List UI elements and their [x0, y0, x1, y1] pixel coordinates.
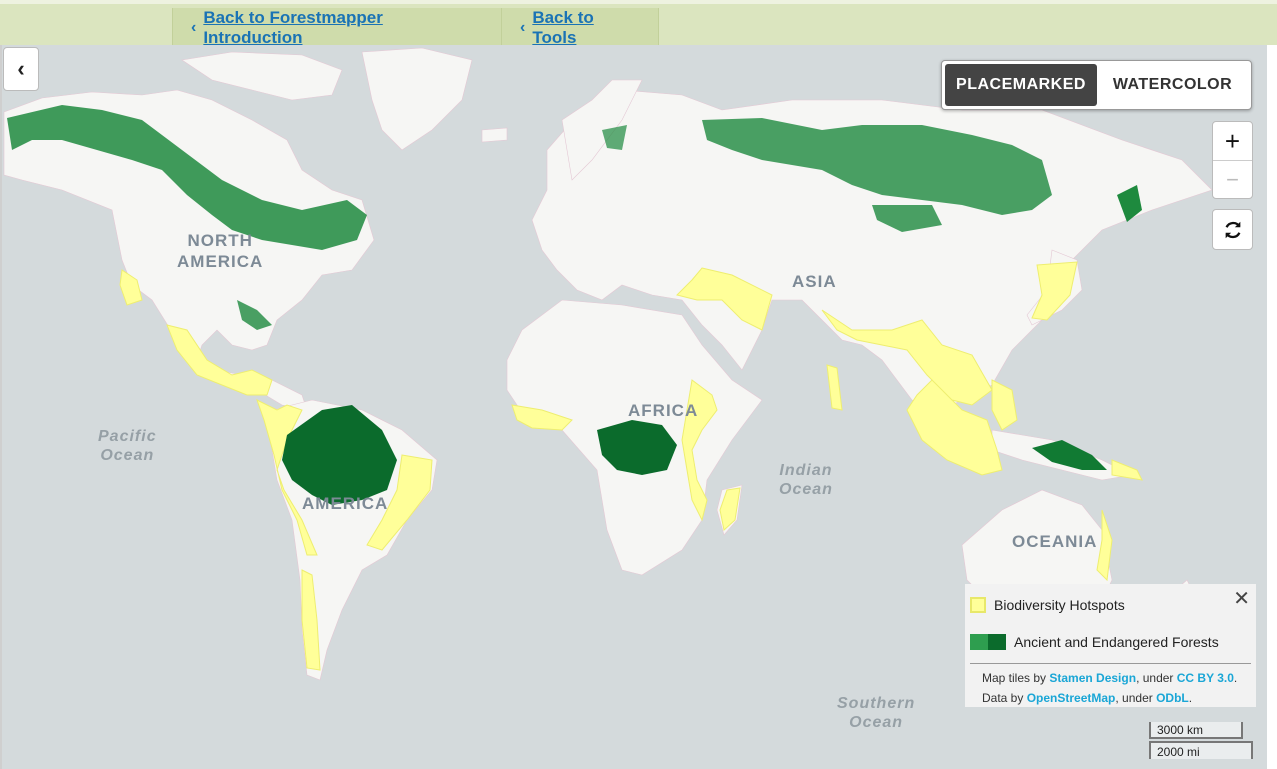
zoom-out-button[interactable]: −: [1213, 160, 1252, 199]
odbl-link[interactable]: ODbL: [1156, 691, 1189, 705]
openstreetmap-link[interactable]: OpenStreetMap: [1027, 691, 1116, 705]
attr-text-2: , under: [1136, 671, 1177, 685]
label-north-america-line1: NORTH: [187, 231, 253, 250]
stamen-design-link[interactable]: Stamen Design: [1049, 671, 1136, 685]
label-north-america-line2: AMERICA: [177, 252, 264, 271]
label-indian-line1: Indian: [779, 462, 833, 479]
legend-hotspots-label: Biodiversity Hotspots: [994, 597, 1125, 613]
label-north-america: NORTH AMERICA: [177, 230, 263, 272]
basemap-placemarked-button[interactable]: PLACEMARKED: [945, 64, 1097, 106]
zoom-control: + −: [1212, 121, 1253, 199]
close-legend-icon[interactable]: ✕: [1233, 586, 1250, 611]
attr-text-5: .: [1188, 691, 1193, 705]
label-pacific-line1: Pacific: [98, 428, 157, 445]
hotspot-swatch: [970, 597, 986, 613]
label-southern-line1: Southern: [837, 695, 916, 712]
map-legend: ✕ Biodiversity Hotspots Ancient and Enda…: [965, 584, 1256, 707]
zoom-in-button[interactable]: +: [1213, 122, 1252, 160]
back-to-intro-link[interactable]: Back to Forestmapper Introduction: [203, 8, 483, 48]
back-to-tools-link[interactable]: Back to Tools: [532, 8, 640, 48]
basemap-toggle: PLACEMARKED WATERCOLOR: [941, 60, 1252, 110]
legend-forests-label: Ancient and Endangered Forests: [1014, 634, 1219, 650]
scale-km: 3000 km: [1149, 722, 1243, 739]
label-pacific-ocean: Pacific Ocean: [98, 427, 157, 465]
top-nav-bar: ‹ Back to Forestmapper Introduction ‹ Ba…: [0, 0, 1277, 48]
sidebar-collapse-button[interactable]: ‹: [3, 47, 39, 91]
label-southern-line2: Ocean: [849, 714, 904, 731]
label-asia: ASIA: [792, 272, 837, 291]
back-to-intro-button[interactable]: ‹ Back to Forestmapper Introduction: [172, 8, 502, 48]
label-indian-line2: Ocean: [779, 481, 833, 498]
chevron-left-icon: ‹: [17, 56, 25, 81]
label-pacific-line2: Ocean: [100, 447, 155, 464]
chevron-left-icon: ‹: [520, 19, 526, 36]
map-attribution: Map tiles by Stamen Design, under CC BY …: [970, 663, 1251, 708]
label-oceania: OCEANIA: [1012, 532, 1098, 551]
label-africa: AFRICA: [628, 401, 699, 420]
refresh-icon: [1225, 221, 1240, 238]
basemap-watercolor-button[interactable]: WATERCOLOR: [1097, 64, 1248, 106]
attr-text-4: , under: [1115, 691, 1157, 705]
chevron-left-icon: ‹: [191, 19, 197, 36]
scale-bar: 3000 km 2000 mi: [1149, 722, 1253, 759]
label-south-america: AMERICA: [302, 494, 389, 513]
legend-item-forests: Ancient and Endangered Forests: [970, 631, 1251, 653]
label-southern-ocean: Southern Ocean: [837, 694, 915, 732]
cc-by-link[interactable]: CC BY 3.0: [1177, 671, 1234, 685]
scale-mi: 2000 mi: [1149, 741, 1253, 759]
back-to-tools-button[interactable]: ‹ Back to Tools: [501, 8, 659, 48]
attr-text-1: Map tiles by: [982, 671, 1050, 685]
forest-swatch: [970, 634, 1006, 650]
legend-item-hotspots: Biodiversity Hotspots: [970, 594, 1251, 616]
reset-view-button[interactable]: [1212, 209, 1253, 250]
label-indian-ocean: Indian Ocean: [779, 461, 833, 499]
